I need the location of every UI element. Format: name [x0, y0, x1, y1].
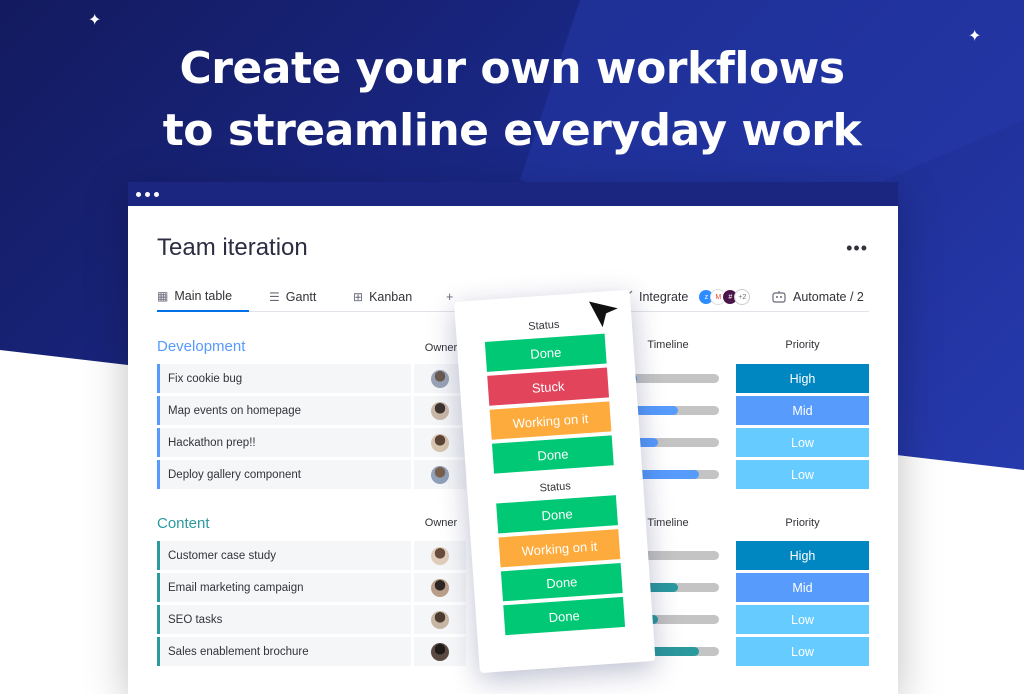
item-name: Deploy gallery component — [168, 468, 301, 481]
status-cell[interactable]: Stuck — [487, 367, 610, 406]
item-name: Hackathon prep!! — [168, 436, 256, 449]
group-color-bar — [157, 364, 160, 393]
group-title-content[interactable]: Content — [157, 515, 210, 532]
item-name: Sales enablement brochure — [168, 645, 309, 658]
item-name: SEO tasks — [168, 613, 223, 626]
group-title-development[interactable]: Development — [157, 338, 245, 355]
priority-cell[interactable]: Low — [736, 460, 869, 489]
owner-cell[interactable] — [414, 460, 466, 489]
priority-cell[interactable]: High — [736, 541, 869, 570]
table-row[interactable]: Fix cookie bug — [157, 364, 411, 393]
priority-cell[interactable]: Low — [736, 428, 869, 457]
more-integrations-badge: +2 — [734, 289, 751, 305]
table-row[interactable]: Hackathon prep!! — [157, 428, 411, 457]
automate-label: Automate / 2 — [793, 290, 864, 304]
priority-cell[interactable]: Mid — [736, 396, 869, 425]
mouse-cursor-icon — [586, 299, 622, 331]
table-row[interactable]: SEO tasks — [157, 605, 411, 634]
integration-badges: z M # +2 — [694, 289, 751, 305]
group-color-bar — [157, 637, 160, 666]
avatar — [431, 433, 449, 452]
avatar — [431, 465, 449, 484]
tab-label: Kanban — [369, 290, 413, 304]
priority-cell[interactable]: Low — [736, 637, 869, 666]
owner-cell[interactable] — [414, 605, 466, 634]
avatar — [431, 369, 449, 388]
tab-gantt[interactable]: ☰ Gantt — [269, 282, 316, 312]
tab-kanban[interactable]: ⊞ Kanban — [353, 282, 412, 312]
table-icon: ▦ — [157, 289, 169, 303]
owner-cell[interactable] — [414, 396, 466, 425]
board-menu-button[interactable]: ••• — [846, 238, 868, 259]
window-dot-icon — [154, 191, 159, 197]
table-row[interactable]: Customer case study — [157, 541, 411, 570]
board-title: Team iteration — [157, 234, 308, 261]
item-name: Fix cookie bug — [168, 372, 243, 385]
item-name: Map events on homepage — [168, 404, 301, 417]
avatar — [431, 578, 449, 597]
priority-cell[interactable]: High — [736, 364, 869, 393]
robot-icon — [772, 291, 786, 303]
group-color-bar — [157, 605, 160, 634]
tab-main-table[interactable]: ▦ Main table — [157, 282, 249, 312]
avatar — [431, 401, 449, 420]
item-name: Email marketing campaign — [168, 581, 304, 594]
integrate-button[interactable]: Integrate z M # +2 — [619, 282, 751, 312]
kanban-icon: ⊞ — [353, 290, 364, 304]
add-view-button[interactable]: + — [446, 282, 453, 312]
status-column-popup[interactable]: Status Done Stuck Working on it Done Sta… — [454, 289, 656, 674]
owner-cell[interactable] — [414, 637, 466, 666]
group-color-bar — [157, 460, 160, 489]
hero-headline: Create your own workflows to streamline … — [0, 38, 1024, 162]
integrate-label: Integrate — [639, 290, 689, 304]
table-row[interactable]: Deploy gallery component — [157, 460, 411, 489]
group-color-bar — [157, 428, 160, 457]
column-header-owner[interactable]: Owner — [415, 517, 467, 529]
automate-button[interactable]: Automate / 2 — [771, 282, 864, 312]
window-dot-icon — [136, 191, 141, 197]
tab-label: Gantt — [285, 290, 317, 304]
priority-cell[interactable]: Mid — [736, 573, 869, 602]
status-column-header: Status — [539, 480, 572, 495]
gantt-icon: ☰ — [269, 290, 280, 304]
owner-cell[interactable] — [414, 573, 466, 602]
group-color-bar — [157, 541, 160, 570]
avatar — [431, 610, 449, 629]
status-cell[interactable]: Done — [500, 563, 623, 602]
item-name: Customer case study — [168, 549, 277, 562]
status-cell[interactable]: Working on it — [498, 529, 621, 568]
table-row[interactable]: Email marketing campaign — [157, 573, 411, 602]
table-row[interactable]: Sales enablement brochure — [157, 637, 411, 666]
status-cell[interactable]: Working on it — [489, 401, 612, 440]
status-cell[interactable]: Done — [496, 495, 618, 534]
group-color-bar — [157, 573, 160, 602]
group-color-bar — [157, 396, 160, 425]
headline-line-2: to streamline everyday work — [162, 105, 862, 156]
avatar — [431, 642, 449, 661]
owner-cell[interactable] — [414, 541, 466, 570]
window-title-bar — [128, 182, 898, 206]
status-cell[interactable]: Done — [491, 435, 614, 474]
column-header-priority[interactable]: Priority — [736, 517, 869, 529]
headline-line-1: Create your own workflows — [179, 43, 845, 94]
priority-cell[interactable]: Low — [736, 605, 869, 634]
add-icon: + — [446, 290, 454, 304]
status-cell[interactable]: Done — [484, 333, 607, 372]
tab-label: Main table — [174, 289, 233, 303]
column-header-priority[interactable]: Priority — [736, 339, 869, 351]
table-row[interactable]: Map events on homepage — [157, 396, 411, 425]
owner-cell[interactable] — [414, 428, 466, 457]
window-dot-icon — [145, 191, 150, 197]
sparkle-icon: ✦ — [88, 12, 102, 29]
avatar — [431, 546, 449, 565]
status-cell[interactable]: Done — [503, 596, 626, 636]
